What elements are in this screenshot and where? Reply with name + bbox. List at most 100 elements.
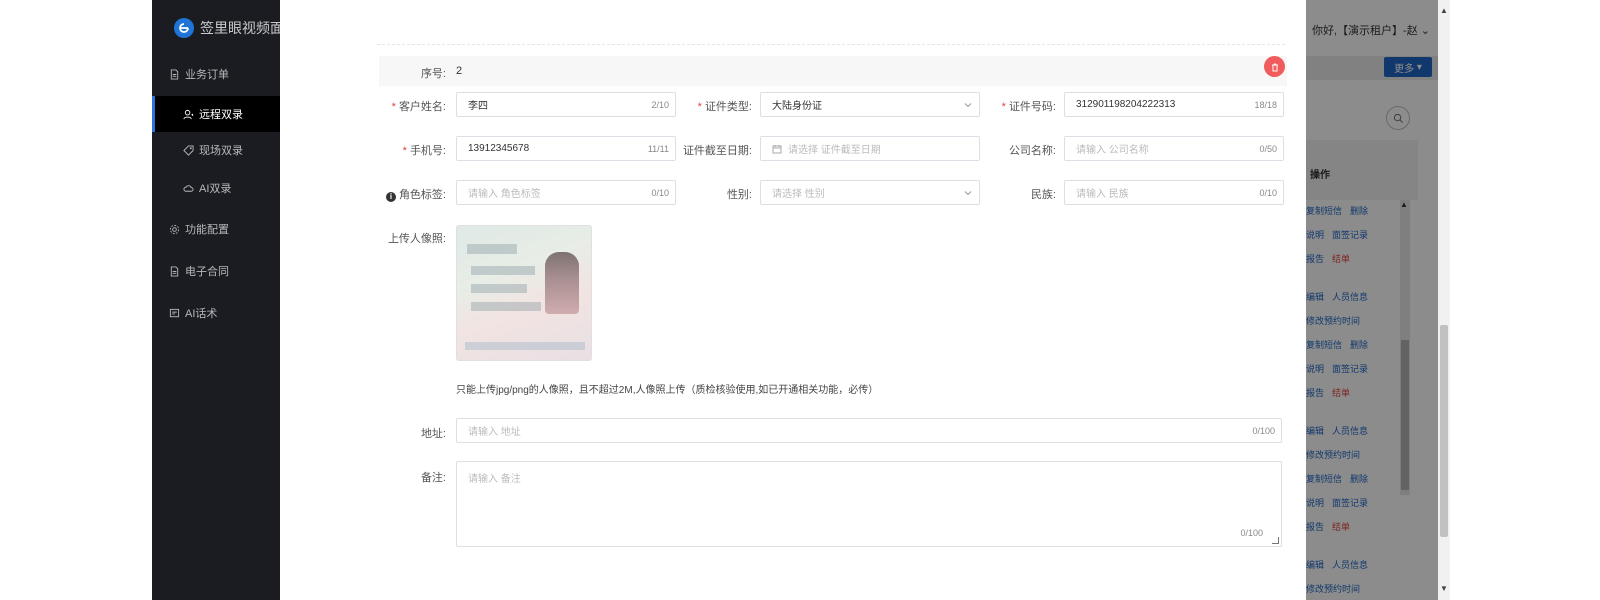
table-scrollbar-thumb[interactable] xyxy=(1401,340,1409,490)
op-action-link[interactable]: 修改预约时间 xyxy=(1306,316,1360,326)
remark-textarea[interactable]: 请输入 备注 0/100 xyxy=(456,461,1282,547)
op-action-link[interactable]: 删除 xyxy=(1350,474,1368,484)
op-action-line[interactable]: 编辑 人员信息 xyxy=(1306,424,1410,437)
page-scroll-up-arrow[interactable]: ▲ xyxy=(1440,6,1448,15)
scroll-up-arrow[interactable]: ▲ xyxy=(1400,200,1408,209)
op-action-line[interactable]: 复制短信 删除 xyxy=(1306,472,1410,485)
op-action-link[interactable]: 复制短信 xyxy=(1306,474,1342,484)
role-tag-label: i 角色标签: xyxy=(385,186,446,202)
op-action-line[interactable]: 修改预约时间 xyxy=(1306,582,1410,595)
phone-input[interactable]: 13912345678 11/11 xyxy=(456,136,676,161)
op-action-line[interactable]: 报告 结单 xyxy=(1306,386,1410,399)
logo-icon xyxy=(174,18,194,38)
search-button[interactable] xyxy=(1386,106,1410,130)
op-action-line[interactable]: 修改预约时间 xyxy=(1306,314,1410,327)
op-action-link[interactable]: 人员信息 xyxy=(1332,292,1368,302)
gear-icon xyxy=(168,223,180,235)
address-label: 地址: xyxy=(420,428,446,440)
op-action-line[interactable]: 复制短信 删除 xyxy=(1306,204,1410,217)
remark-label: 备注: xyxy=(420,472,446,484)
sidebar-item-onsite-recording[interactable]: 现场双录 xyxy=(152,132,280,168)
sidebar-item-label: 远程双录 xyxy=(199,109,243,121)
role-tag-input[interactable]: 请输入 角色标签 0/10 xyxy=(456,180,676,205)
op-action-link[interactable]: 结单 xyxy=(1332,254,1350,264)
op-action-link[interactable]: 复制短信 xyxy=(1306,340,1342,350)
company-label: 公司名称: xyxy=(1008,145,1056,157)
document-icon xyxy=(168,68,180,80)
op-action-link[interactable]: 人员信息 xyxy=(1332,426,1368,436)
info-icon[interactable]: i xyxy=(385,191,396,202)
sidebar-item-remote-recording[interactable]: 远程双录 xyxy=(152,96,280,132)
sidebar-item-business-orders[interactable]: 业务订单 xyxy=(152,56,280,92)
op-action-link[interactable]: 结单 xyxy=(1332,522,1350,532)
op-action-link[interactable]: 报告 xyxy=(1306,388,1324,398)
id-type-select[interactable]: 大陆身份证 xyxy=(760,92,980,117)
photo-blur-block xyxy=(471,266,535,275)
op-action-link[interactable]: 复制短信 xyxy=(1306,206,1342,216)
id-number-input[interactable]: 312901198204222313 18/18 xyxy=(1064,92,1284,117)
user-greeting[interactable]: 你好,【演示租户】-赵 ⌄ xyxy=(1312,22,1438,38)
chat-icon xyxy=(168,307,180,319)
company-input[interactable]: 请输入 公司名称 0/50 xyxy=(1064,136,1284,161)
op-action-link[interactable]: 面签记录 xyxy=(1332,498,1368,508)
op-action-line[interactable]: 复制短信 删除 xyxy=(1306,338,1410,351)
op-action-line[interactable]: 说明 面签记录 xyxy=(1306,496,1410,509)
photo-blur-block xyxy=(471,302,541,311)
op-action-link[interactable]: 说明 xyxy=(1306,364,1324,374)
sidebar-item-ai-recording[interactable]: AI双录 xyxy=(152,170,280,206)
photo-label: 上传人像照: xyxy=(387,233,446,245)
sidebar-item-function-config[interactable]: 功能配置 xyxy=(152,211,280,247)
op-action-link[interactable]: 删除 xyxy=(1350,340,1368,350)
op-action-link[interactable]: 编辑 xyxy=(1306,426,1324,436)
op-action-line[interactable]: 说明 面签记录 xyxy=(1306,228,1410,241)
photo-blur-block xyxy=(471,284,527,293)
ethnicity-input[interactable]: 请输入 民族 0/10 xyxy=(1064,180,1284,205)
op-action-link[interactable]: 人员信息 xyxy=(1332,560,1368,570)
sidebar-item-ai-script[interactable]: AI话术 xyxy=(152,295,280,331)
op-action-line[interactable]: 说明 面签记录 xyxy=(1306,362,1410,375)
op-action-link[interactable]: 面签记录 xyxy=(1332,364,1368,374)
cloud-icon xyxy=(182,182,194,194)
op-action-line[interactable]: 修改预约时间 xyxy=(1306,448,1410,461)
op-action-link[interactable]: 删除 xyxy=(1350,206,1368,216)
photo-upload-hint: 只能上传jpg/png的人像照，且不超过2M,人像照上传（质检核验使用,如已开通… xyxy=(456,385,879,396)
op-action-line[interactable]: 编辑 人员信息 xyxy=(1306,290,1410,303)
more-button[interactable]: 更多 ▾ xyxy=(1384,57,1432,77)
seq-row xyxy=(379,56,1287,86)
address-input[interactable]: 请输入 地址 0/100 xyxy=(456,418,1282,443)
sidebar-item-label: 电子合同 xyxy=(185,266,229,278)
resize-handle[interactable] xyxy=(1272,537,1279,544)
sidebar-item-e-contract[interactable]: 电子合同 xyxy=(152,253,280,289)
logo-text: 签里眼视频面签 xyxy=(200,20,282,36)
chevron-down-icon xyxy=(963,100,973,110)
page-scroll-down-arrow[interactable]: ▼ xyxy=(1440,584,1448,593)
op-action-line[interactable]: 报告 结单 xyxy=(1306,520,1410,533)
id-expiry-date-picker[interactable]: 请选择 证件截至日期 xyxy=(760,136,980,161)
op-action-link[interactable]: 修改预约时间 xyxy=(1306,450,1360,460)
op-action-link[interactable]: 说明 xyxy=(1306,230,1324,240)
op-action-link[interactable]: 面签记录 xyxy=(1332,230,1368,240)
id-expiry-label: 证件截至日期: xyxy=(682,145,752,157)
gender-select[interactable]: 请选择 性别 xyxy=(760,180,980,205)
op-action-link[interactable]: 编辑 xyxy=(1306,560,1324,570)
chevron-down-icon xyxy=(963,188,973,198)
delete-button[interactable] xyxy=(1264,56,1285,77)
calendar-icon xyxy=(772,143,783,154)
portrait-photo-upload[interactable] xyxy=(456,225,592,361)
op-action-link[interactable]: 报告 xyxy=(1306,254,1324,264)
op-action-link[interactable]: 修改预约时间 xyxy=(1306,584,1360,594)
photo-blur-block xyxy=(465,342,585,350)
op-action-line[interactable]: 报告 结单 xyxy=(1306,252,1410,265)
sidebar-item-label: 现场双录 xyxy=(199,145,243,157)
user-video-icon xyxy=(182,108,194,120)
portrait-face xyxy=(545,252,579,314)
op-action-link[interactable]: 报告 xyxy=(1306,522,1324,532)
op-action-link[interactable]: 结单 xyxy=(1332,388,1350,398)
trash-icon xyxy=(1271,63,1278,71)
customer-name-input[interactable]: 李四 2/10 xyxy=(456,92,676,117)
page-margin-left xyxy=(0,0,152,600)
op-action-link[interactable]: 编辑 xyxy=(1306,292,1324,302)
op-action-link[interactable]: 说明 xyxy=(1306,498,1324,508)
op-action-line[interactable]: 编辑 人员信息 xyxy=(1306,558,1410,571)
page-scrollbar-thumb[interactable] xyxy=(1440,325,1448,537)
